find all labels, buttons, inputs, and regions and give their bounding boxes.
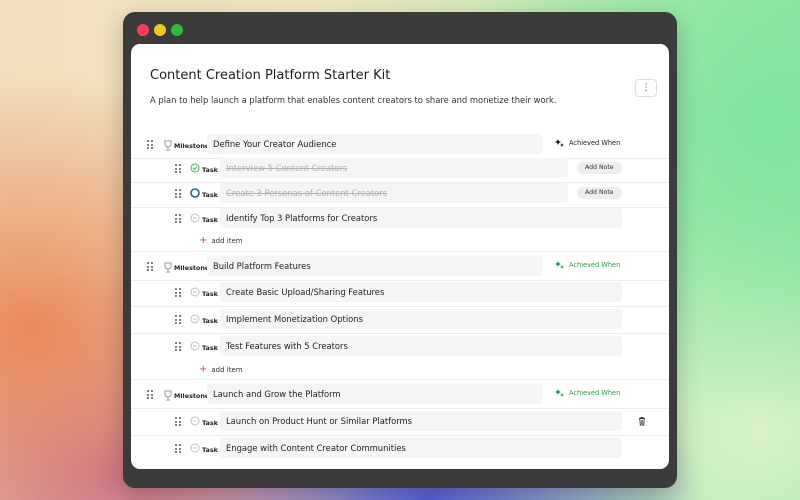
achieved-when-button[interactable]: Achieved When: [555, 388, 620, 398]
trophy-icon: [164, 390, 172, 401]
milestone-row[interactable]: Milestone Build Platform Features Achiev…: [131, 256, 669, 281]
vertical-dots-icon: ⋮: [641, 82, 651, 93]
task-label: Task: [202, 216, 218, 224]
milestone-row[interactable]: Milestone Define Your Creator Audience A…: [131, 134, 669, 159]
task-label: Task: [202, 446, 218, 454]
task-row[interactable]: Task Implement Monetization Options: [131, 309, 669, 334]
plus-icon: +: [199, 235, 208, 246]
window-maximize-button[interactable]: [171, 24, 183, 36]
plus-icon: +: [199, 364, 208, 375]
task-row[interactable]: Task Create Basic Upload/Sharing Feature…: [131, 282, 669, 307]
add-note-button[interactable]: Add Note: [577, 187, 622, 199]
drag-handle-icon[interactable]: [175, 164, 181, 174]
task-label: Task: [202, 191, 218, 199]
milestone-title[interactable]: Launch and Grow the Platform: [207, 384, 543, 404]
pending-circle-icon[interactable]: [190, 416, 200, 426]
pending-circle-icon[interactable]: [190, 341, 200, 351]
task-title[interactable]: Implement Monetization Options: [220, 309, 622, 329]
milestone-title[interactable]: Define Your Creator Audience: [207, 134, 543, 154]
task-title[interactable]: Create Basic Upload/Sharing Features: [220, 282, 622, 302]
drag-handle-icon[interactable]: [175, 189, 181, 199]
pending-circle-icon[interactable]: [190, 287, 200, 297]
achieved-when-label: Achieved When: [569, 139, 621, 147]
task-row[interactable]: Task Interview 5 Content Creators Add No…: [131, 158, 669, 183]
pending-circle-icon[interactable]: [190, 213, 200, 223]
task-title[interactable]: Interview 5 Content Creators: [220, 158, 568, 178]
drag-handle-icon[interactable]: [175, 288, 181, 298]
more-options-button[interactable]: ⋮: [635, 79, 657, 97]
check-circle-icon[interactable]: [190, 163, 200, 173]
milestone-label: Milestone: [174, 264, 210, 272]
task-label: Task: [202, 166, 218, 174]
in-progress-circle-icon[interactable]: [190, 188, 200, 198]
sparkle-icon: [555, 139, 564, 147]
task-label: Task: [202, 290, 218, 298]
task-row[interactable]: Task Test Features with 5 Creators: [131, 336, 669, 361]
milestone-label: Milestone: [174, 142, 210, 150]
add-item-button[interactable]: + add item: [199, 236, 243, 246]
drag-handle-icon[interactable]: [175, 342, 181, 352]
add-item-label: add item: [211, 237, 243, 245]
task-title[interactable]: Test Features with 5 Creators: [220, 336, 622, 356]
achieved-when-button[interactable]: Achieved When: [555, 260, 620, 270]
add-item-label: add item: [211, 366, 243, 374]
trophy-icon: [164, 262, 172, 273]
task-title[interactable]: Create 3 Personas of Content Creators: [220, 183, 568, 203]
window-close-button[interactable]: [137, 24, 149, 36]
task-title[interactable]: Launch on Product Hunt or Similar Platfo…: [220, 411, 622, 431]
sparkle-icon: [555, 389, 564, 397]
plan-content: Content Creation Platform Starter Kit A …: [131, 44, 669, 469]
window-minimize-button[interactable]: [154, 24, 166, 36]
page-title: Content Creation Platform Starter Kit: [150, 68, 391, 83]
drag-handle-icon[interactable]: [175, 417, 181, 427]
drag-handle-icon[interactable]: [147, 140, 153, 150]
drag-handle-icon[interactable]: [147, 390, 153, 400]
task-title[interactable]: Identify Top 3 Platforms for Creators: [220, 208, 622, 228]
milestone-row[interactable]: Milestone Launch and Grow the Platform A…: [131, 384, 669, 409]
pending-circle-icon[interactable]: [190, 443, 200, 453]
drag-handle-icon[interactable]: [175, 315, 181, 325]
task-label: Task: [202, 419, 218, 427]
pending-circle-icon[interactable]: [190, 314, 200, 324]
task-label: Task: [202, 344, 218, 352]
add-item-button[interactable]: + add item: [199, 365, 243, 375]
milestone-label: Milestone: [174, 392, 210, 400]
milestone-title[interactable]: Build Platform Features: [207, 256, 543, 276]
drag-handle-icon[interactable]: [175, 214, 181, 224]
task-row[interactable]: Task Create 3 Personas of Content Creato…: [131, 183, 669, 208]
task-row[interactable]: Task Engage with Content Creator Communi…: [131, 438, 669, 463]
drag-handle-icon[interactable]: [175, 444, 181, 454]
task-title[interactable]: Engage with Content Creator Communities: [220, 438, 622, 458]
task-label: Task: [202, 317, 218, 325]
app-window: Content Creation Platform Starter Kit A …: [123, 12, 677, 488]
achieved-when-label: Achieved When: [569, 261, 621, 269]
achieved-when-label: Achieved When: [569, 389, 621, 397]
add-note-button[interactable]: Add Note: [577, 162, 622, 174]
trash-icon[interactable]: [637, 416, 647, 426]
sparkle-icon: [555, 261, 564, 269]
drag-handle-icon[interactable]: [147, 262, 153, 272]
task-row[interactable]: Task Launch on Product Hunt or Similar P…: [131, 411, 669, 436]
trophy-icon: [164, 140, 172, 151]
task-row[interactable]: Task Identify Top 3 Platforms for Creato…: [131, 208, 669, 233]
achieved-when-button[interactable]: Achieved When: [555, 138, 620, 148]
page-description: A plan to help launch a platform that en…: [150, 95, 557, 105]
